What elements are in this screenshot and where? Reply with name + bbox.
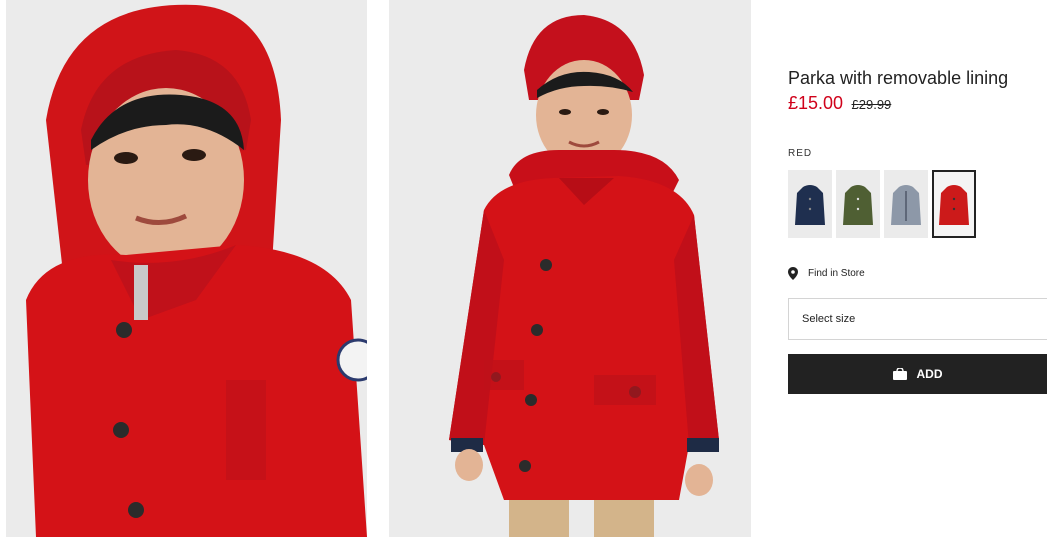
red-jacket-thumbnail xyxy=(939,185,969,225)
add-button-label: ADD xyxy=(916,367,943,381)
swatch-khaki[interactable] xyxy=(836,170,880,238)
find-in-store-link[interactable]: Find in Store xyxy=(788,267,865,280)
swatch-grey[interactable] xyxy=(884,170,928,238)
sale-price: £15.00 xyxy=(788,93,844,113)
navy-jacket-thumbnail xyxy=(795,185,825,225)
khaki-jacket-thumbnail xyxy=(843,185,873,225)
size-select-label: Select size xyxy=(802,313,856,325)
hooded-closeup-illustration xyxy=(6,0,367,537)
selected-color-label: RED xyxy=(788,148,813,159)
location-pin-icon xyxy=(788,267,798,280)
add-to-bag-button[interactable]: ADD xyxy=(788,354,1047,394)
full-body-illustration xyxy=(389,0,751,537)
shopping-bag-icon xyxy=(892,368,907,380)
grey-jacket-thumbnail xyxy=(891,185,921,225)
size-select[interactable]: Select size xyxy=(788,298,1047,340)
color-swatches xyxy=(788,170,976,238)
find-in-store-label: Find in Store xyxy=(808,268,865,279)
swatch-red[interactable] xyxy=(932,170,976,238)
product-title: Parka with removable lining xyxy=(788,68,1009,88)
swatch-navy[interactable] xyxy=(788,170,832,238)
product-image-full-body[interactable] xyxy=(389,0,751,537)
original-price: £29.99 xyxy=(851,97,892,112)
price-block: £15.00 £29.99 xyxy=(788,93,891,114)
product-info-panel: Parka with removable lining £15.00 £29.9… xyxy=(788,0,1047,554)
product-image-closeup[interactable] xyxy=(6,0,367,537)
